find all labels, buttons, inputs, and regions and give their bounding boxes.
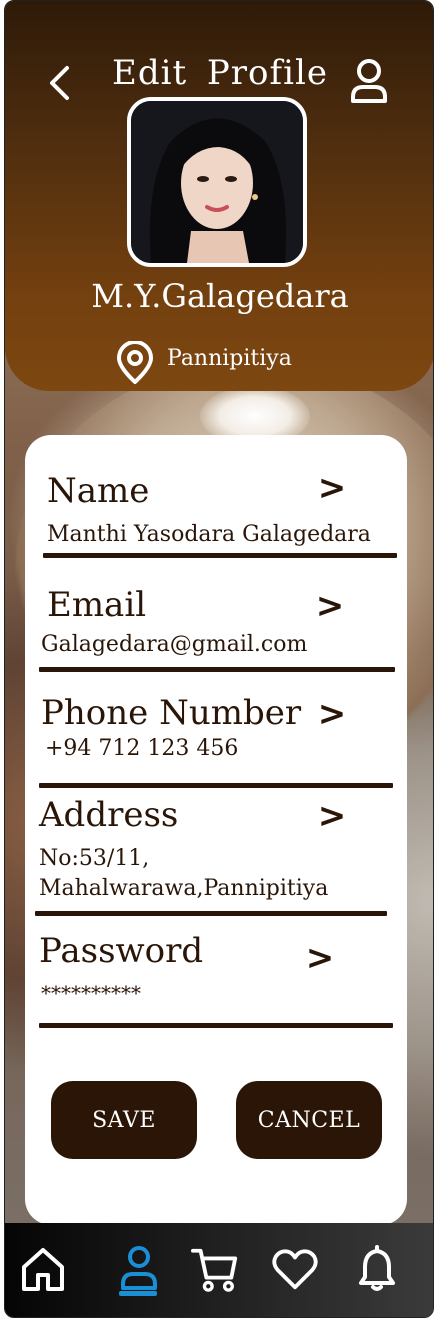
back-button[interactable] <box>45 61 75 105</box>
profile-button[interactable] <box>347 57 391 107</box>
location-pin <box>115 340 155 385</box>
chevron-left-icon <box>50 66 69 100</box>
user-location: Pannipitiya <box>167 346 292 371</box>
phone-chevron-icon[interactable]: > <box>317 697 347 731</box>
nav-favorites[interactable] <box>271 1241 319 1297</box>
user-icon <box>121 1246 157 1290</box>
name-label: Name <box>47 471 150 511</box>
bottom-navigation <box>5 1223 433 1317</box>
email-value[interactable]: Galagedara@gmail.com <box>41 629 307 661</box>
email-label: Email <box>47 585 147 625</box>
cart-icon <box>191 1248 238 1292</box>
address-chevron-icon[interactable]: > <box>317 799 347 833</box>
password-chevron-icon[interactable]: > <box>305 941 335 975</box>
heart-icon <box>272 1249 318 1290</box>
profile-form-card: Name > Manthi Yasodara Galagedara Email … <box>25 435 407 1225</box>
email-chevron-icon[interactable]: > <box>315 589 345 623</box>
name-chevron-icon[interactable]: > <box>317 471 347 505</box>
profile-header: Edit Profile M.Y.Galagedara Pannipitiya <box>5 1 433 391</box>
phone-value[interactable]: +94 712 123 456 <box>45 733 238 765</box>
save-button[interactable]: SAVE <box>51 1081 197 1159</box>
phone-screen: Edit Profile M.Y.Galagedara Pannipitiya … <box>4 0 434 1318</box>
avatar[interactable] <box>127 97 307 267</box>
password-label: Password <box>39 931 204 971</box>
divider <box>35 911 387 916</box>
phone-label: Phone Number <box>41 693 302 733</box>
name-value[interactable]: Manthi Yasodara Galagedara <box>47 519 371 551</box>
map-pin-icon <box>117 340 153 384</box>
address-value-line2[interactable]: Mahalwarawa,Pannipitiya <box>39 873 328 905</box>
divider <box>39 783 393 788</box>
divider <box>43 553 397 558</box>
nav-notifications[interactable] <box>353 1241 401 1297</box>
nav-profile[interactable] <box>115 1241 163 1297</box>
bell-icon <box>359 1245 395 1291</box>
address-value-line1[interactable]: No:53/11, <box>39 843 149 875</box>
nav-home[interactable] <box>19 1241 67 1297</box>
nav-cart[interactable] <box>191 1241 239 1297</box>
address-label: Address <box>39 795 179 835</box>
profile-photo <box>131 101 303 263</box>
user-icon <box>351 59 387 103</box>
cancel-button[interactable]: CANCEL <box>236 1081 382 1159</box>
page-title: Edit Profile <box>112 53 328 93</box>
divider <box>39 667 395 672</box>
home-icon <box>22 1248 64 1291</box>
password-value[interactable]: ********** <box>41 977 141 1009</box>
user-name: M.Y.Galagedara <box>91 277 349 315</box>
active-tab-indicator <box>119 1291 157 1296</box>
divider <box>39 1023 393 1028</box>
